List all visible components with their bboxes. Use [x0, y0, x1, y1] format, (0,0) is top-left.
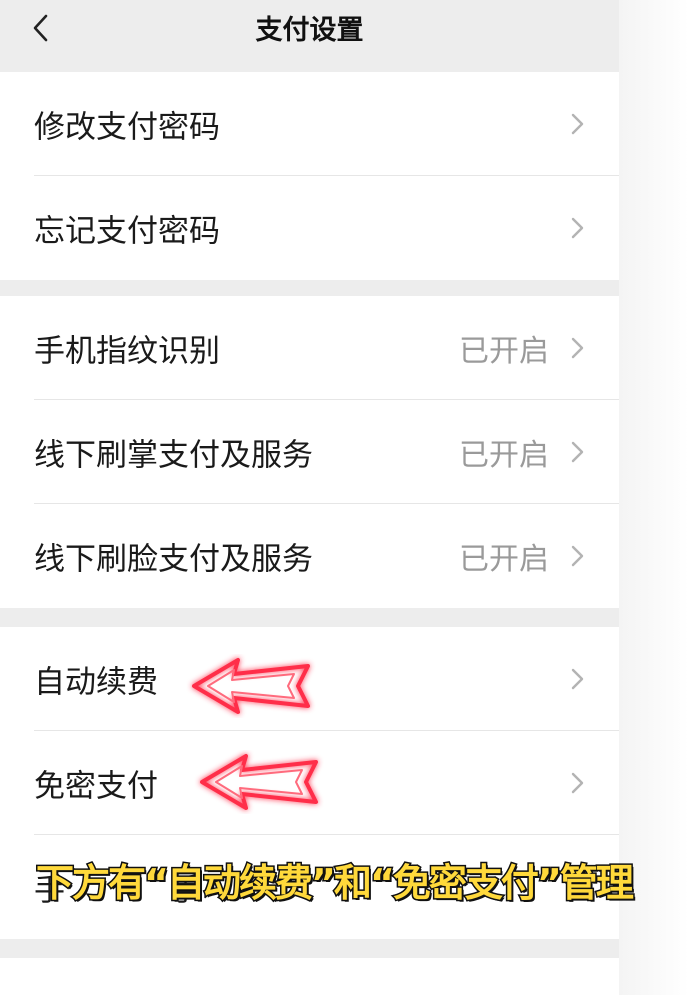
- list-item-label: 自动续费: [34, 664, 158, 701]
- nav-bar: 支付设置: [0, 0, 619, 70]
- list-item-forgot-password[interactable]: 忘记支付密码: [0, 176, 619, 280]
- status-text: 已开启: [459, 334, 549, 369]
- chevron-right-icon: [571, 545, 584, 567]
- list-item-label: 手机指纹识别: [34, 333, 220, 370]
- chevron-right-icon: [571, 772, 584, 794]
- annotation-arrow-icon: [200, 754, 318, 810]
- payment-settings-screen: 支付设置 修改支付密码 忘记支付密码 手机指纹识别 已开启 线下刷掌支付及服务 …: [0, 0, 619, 995]
- list-item-label: 修改支付密码: [34, 109, 220, 146]
- chevron-right-icon: [571, 337, 584, 359]
- video-caption: 下方有“自动续费”和“免密支付”管理: [35, 860, 636, 907]
- list-item-fingerprint[interactable]: 手机指纹识别 已开启: [0, 296, 619, 400]
- password-group: 修改支付密码 忘记支付密码: [0, 72, 619, 280]
- status-text: 已开启: [459, 438, 549, 473]
- page-title: 支付设置: [255, 15, 364, 46]
- next-group-partial: [0, 958, 619, 995]
- biometric-group: 手机指纹识别 已开启 线下刷掌支付及服务 已开启 线下刷脸支付及服务 已开启: [0, 296, 619, 608]
- annotation-arrow-icon: [192, 658, 310, 714]
- chevron-right-icon: [571, 668, 584, 690]
- list-item-label: 线下刷脸支付及服务: [34, 541, 313, 578]
- list-item-label: 忘记支付密码: [34, 213, 220, 250]
- chevron-right-icon: [571, 113, 584, 135]
- chevron-right-icon: [571, 217, 584, 239]
- list-item-label: 线下刷掌支付及服务: [34, 437, 313, 474]
- list-item-change-password[interactable]: 修改支付密码: [0, 72, 619, 176]
- chevron-right-icon: [571, 441, 584, 463]
- background-edge: [619, 0, 689, 995]
- list-item-face-pay[interactable]: 线下刷脸支付及服务 已开启: [0, 504, 619, 608]
- list-item-palm-pay[interactable]: 线下刷掌支付及服务 已开启: [0, 400, 619, 504]
- status-text: 已开启: [459, 542, 549, 577]
- list-item-label: 免密支付: [34, 768, 158, 805]
